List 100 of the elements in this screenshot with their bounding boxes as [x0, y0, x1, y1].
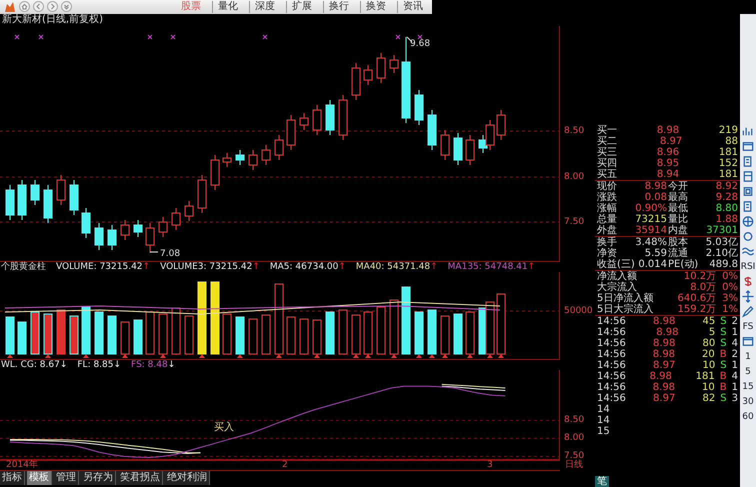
indicator-tab[interactable]: 模板: [27, 471, 52, 485]
volume-bar: [364, 312, 372, 354]
arrow-marker: [276, 354, 282, 358]
candle: [286, 114, 296, 150]
candle: [454, 132, 462, 166]
forward-icon[interactable]: [47, 1, 58, 12]
window-icon[interactable]: [741, 335, 755, 348]
bar-chart-icon[interactable]: [741, 125, 755, 138]
arrow-marker: [237, 354, 243, 358]
quote-value: 0.08: [644, 192, 667, 203]
arrow-marker: [7, 354, 13, 358]
quote-label: 最低: [668, 203, 688, 214]
flow-share: 3%: [722, 293, 738, 304]
trade-time: 14:56: [597, 327, 626, 338]
flow-value: 10.2万: [684, 271, 716, 282]
trade-volume: 181: [696, 371, 715, 382]
trade-price: 8.98: [652, 349, 676, 360]
trade-side: S: [720, 338, 727, 349]
menu-item[interactable]: 扩展: [286, 1, 317, 13]
tick-tab[interactable]: 笔: [595, 476, 609, 487]
cross-mark: [38, 34, 44, 40]
trade-volume: 10: [702, 382, 715, 393]
arrow-marker: [199, 354, 205, 358]
back-icon[interactable]: [33, 1, 44, 12]
trade-side: B: [720, 371, 727, 382]
trade-volume: 45: [702, 316, 716, 327]
trade-count: 1: [732, 360, 738, 371]
bid-price: 8.97: [660, 136, 682, 147]
trade-time: 14:56: [597, 338, 626, 349]
trade-side: B: [720, 382, 727, 393]
menu-item[interactable]: 换行: [323, 1, 354, 13]
quote-label: 量比: [668, 214, 688, 225]
bid-price: 8.95: [656, 158, 680, 169]
trade-time: 14: [596, 415, 611, 426]
volume-bar: [172, 308, 180, 354]
volume-bar: [428, 310, 436, 354]
candle: [198, 174, 206, 214]
note-icon[interactable]: [741, 170, 755, 183]
volume-bar: [338, 310, 348, 354]
candle: [56, 174, 66, 206]
toolbar-button[interactable]: RSI: [741, 260, 755, 273]
trade-side: S: [720, 316, 727, 327]
indicator-tab[interactable]: 指标: [0, 471, 25, 485]
trade-volume: 80: [702, 338, 716, 349]
axis-label: 8.50: [564, 415, 584, 426]
trade-volume: 5: [708, 327, 716, 338]
indicator-value: MA5: 46734.00↑: [270, 262, 346, 272]
globe-icon[interactable]: [741, 215, 755, 228]
toolbar-button[interactable]: 15: [741, 380, 755, 393]
flow-value: 640.6万: [677, 293, 716, 304]
stat-label: 净资: [597, 248, 617, 259]
menu-item[interactable]: 换资: [360, 1, 391, 13]
volume-bar: [94, 312, 104, 354]
volume-bar: [146, 312, 154, 354]
candle: [6, 184, 14, 220]
volume-bar: [390, 300, 398, 354]
indicator-value: MA40: 54371.48↑: [356, 262, 438, 272]
trade-count: 3: [732, 393, 738, 404]
bid-volume: 181: [718, 169, 738, 180]
menu-item[interactable]: 深度: [249, 1, 280, 13]
indicator-tab[interactable]: 管理: [54, 471, 79, 485]
indicator-tab[interactable]: 笑君拐点: [118, 471, 163, 485]
axis-label: 8.00: [564, 172, 584, 182]
date-label: 2014年: [6, 460, 38, 470]
candle: [496, 110, 506, 140]
bid-label: 买五: [597, 169, 617, 180]
trade-volume: 82: [702, 393, 716, 404]
quote-value: 0.90%: [635, 203, 667, 214]
volume-bar: [486, 302, 494, 354]
volume-bar: [286, 316, 296, 354]
move-icon[interactable]: [741, 290, 755, 303]
bid-volume: 152: [718, 158, 738, 169]
window-icon[interactable]: [741, 140, 755, 153]
volume-bar: [82, 306, 90, 354]
cross-mark: [148, 34, 152, 40]
toolbar-button[interactable]: 30: [741, 395, 755, 408]
wave-icon[interactable]: [741, 245, 755, 258]
logo-icon: [4, 1, 16, 13]
candle: [70, 180, 78, 216]
indicator-tab[interactable]: 绝对利润: [165, 471, 210, 485]
home-icon[interactable]: [19, 1, 30, 12]
volume-bar: [300, 318, 308, 354]
toolbar-button[interactable]: FS: [741, 320, 755, 333]
trade-price: 8.97: [653, 360, 676, 371]
menu-item[interactable]: 资讯: [397, 1, 428, 13]
dropdown-icon[interactable]: [61, 1, 72, 12]
bid-volume: 88: [725, 136, 738, 147]
axis-label: 8.50: [564, 126, 584, 136]
stat-label: 换手: [597, 237, 617, 248]
toolbar-button[interactable]: 5: [741, 365, 755, 378]
candle: [146, 222, 154, 254]
candle: [82, 208, 90, 238]
toolbar-button[interactable]: 60: [741, 410, 755, 423]
price-label: 7.08: [160, 249, 180, 259]
indicator-tab[interactable]: 另存为: [81, 471, 116, 485]
pencil-icon[interactable]: [741, 305, 755, 318]
menu-item[interactable]: 量化: [212, 1, 243, 13]
toolbar-button[interactable]: 1: [741, 350, 755, 363]
candle: [326, 100, 334, 136]
volume-bar: [56, 310, 66, 354]
